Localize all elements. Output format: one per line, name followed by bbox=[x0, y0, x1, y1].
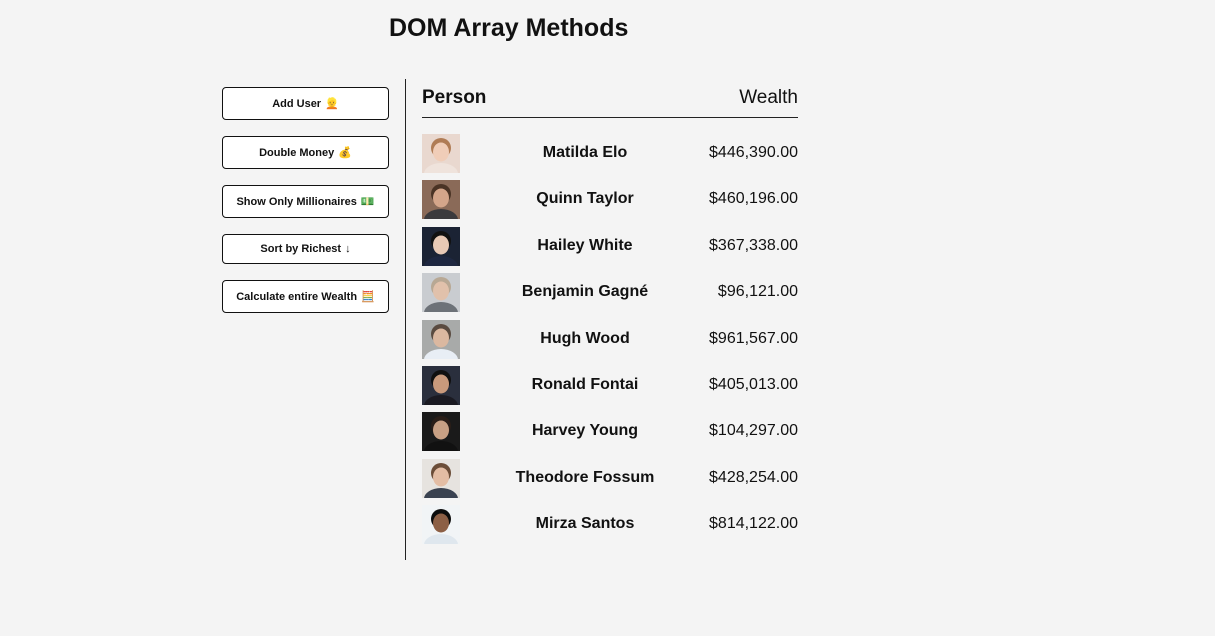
table-row: Matilda Elo $446,390.00 bbox=[422, 134, 798, 173]
table-row: Mirza Santos $814,122.00 bbox=[422, 505, 798, 544]
money-bag-icon: 💰 bbox=[338, 147, 352, 159]
table-row: Hailey White $367,338.00 bbox=[422, 227, 798, 266]
table-row: Quinn Taylor $460,196.00 bbox=[422, 180, 798, 219]
person-name: Ronald Fontai bbox=[531, 376, 639, 393]
double-money-button[interactable]: Double Money 💰 bbox=[222, 136, 389, 169]
wealth-table: Person Wealth Matilda Elo $446,390.00 Quin… bbox=[422, 80, 798, 544]
sort-richest-button[interactable]: Sort by Richest ↓ bbox=[222, 234, 389, 264]
abacus-icon: 🧮 bbox=[361, 291, 375, 303]
person-name: Hailey White bbox=[537, 237, 633, 254]
double-money-label: Double Money bbox=[259, 146, 335, 159]
add-user-label: Add User bbox=[272, 97, 322, 110]
person-name: Benjamin Gagné bbox=[521, 283, 649, 300]
table-row: Ronald Fontai $405,013.00 bbox=[422, 366, 798, 405]
page-title: DOM Array Methods bbox=[389, 14, 629, 42]
person-name: Harvey Young bbox=[531, 422, 639, 439]
avatar bbox=[422, 412, 460, 451]
cash-icon: 💵 bbox=[360, 196, 375, 208]
table-row: Harvey Young $104,297.00 bbox=[422, 412, 798, 451]
person-wealth: $446,390.00 bbox=[709, 144, 798, 161]
page: DOM Array Methods Add User 👱 Double Mone… bbox=[0, 0, 1215, 636]
person-wealth: $961,567.00 bbox=[709, 330, 798, 347]
avatar bbox=[422, 180, 460, 219]
show-millionaires-label: Show Only Millionaires bbox=[236, 195, 357, 208]
person-wealth: $367,338.00 bbox=[709, 237, 798, 254]
vertical-divider bbox=[405, 79, 406, 560]
person-wealth: $428,254.00 bbox=[709, 469, 798, 486]
person-name: Mirza Santos bbox=[535, 515, 635, 532]
person-name: Hugh Wood bbox=[540, 330, 630, 347]
person-icon: 👱 bbox=[325, 98, 339, 110]
avatar bbox=[422, 227, 460, 266]
column-header-wealth: Wealth bbox=[739, 87, 798, 108]
calculate-wealth-button[interactable]: Calculate entire Wealth 🧮 bbox=[222, 280, 389, 313]
avatar bbox=[422, 273, 460, 312]
person-wealth: $814,122.00 bbox=[709, 515, 798, 532]
person-wealth: $405,013.00 bbox=[709, 376, 798, 393]
show-millionaires-button[interactable]: Show Only Millionaires 💵 bbox=[222, 185, 389, 218]
arrow-down-icon: ↓ bbox=[345, 243, 351, 255]
person-wealth: $96,121.00 bbox=[717, 283, 798, 300]
avatar bbox=[422, 459, 460, 498]
column-header-person: Person bbox=[422, 87, 487, 108]
person-wealth: $460,196.00 bbox=[709, 190, 798, 207]
avatar bbox=[422, 134, 460, 173]
person-wealth: $104,297.00 bbox=[709, 422, 798, 439]
table-header: Person Wealth bbox=[422, 80, 798, 118]
table-row: Hugh Wood $961,567.00 bbox=[422, 320, 798, 359]
sort-richest-label: Sort by Richest bbox=[260, 243, 342, 255]
avatar bbox=[422, 366, 460, 405]
person-name: Theodore Fossum bbox=[515, 469, 655, 486]
table-row: Benjamin Gagné $96,121.00 bbox=[422, 273, 798, 312]
avatar bbox=[422, 505, 460, 544]
calculate-wealth-label: Calculate entire Wealth bbox=[236, 290, 358, 303]
add-user-button[interactable]: Add User 👱 bbox=[222, 87, 389, 120]
person-name: Quinn Taylor bbox=[536, 190, 634, 207]
person-name: Matilda Elo bbox=[542, 144, 628, 161]
avatar bbox=[422, 320, 460, 359]
table-row: Theodore Fossum $428,254.00 bbox=[422, 459, 798, 498]
